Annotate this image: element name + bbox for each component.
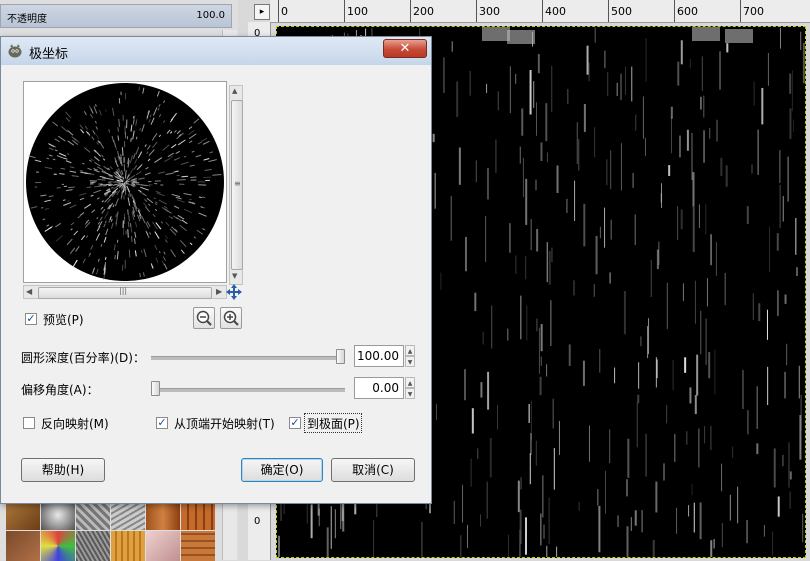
pattern-swatch[interactable] xyxy=(41,500,75,530)
scroll-right-icon[interactable]: ▶ xyxy=(216,287,222,296)
preview-label[interactable]: 预览(P) xyxy=(43,311,84,328)
offset-angle-slider[interactable] xyxy=(151,388,345,392)
scroll-down-icon[interactable]: ▼ xyxy=(232,272,237,280)
pattern-swatch[interactable] xyxy=(41,531,75,561)
opacity-value: 100.0 xyxy=(196,10,225,21)
ruler-label: 0 xyxy=(281,5,288,18)
circle-depth-slider[interactable] xyxy=(151,356,345,360)
ruler-label: 200 xyxy=(413,5,434,18)
scroll-grip-icon: ≡ xyxy=(234,179,241,188)
vertical-scroll-thumb[interactable]: ≡ xyxy=(231,100,243,270)
gimp-app-icon xyxy=(7,43,23,59)
navigate-move-icon[interactable] xyxy=(225,283,243,301)
map-from-top-checkbox[interactable]: ✓ xyxy=(156,417,168,429)
spin-down-icon[interactable]: ▼ xyxy=(405,356,415,367)
zoom-in-button[interactable] xyxy=(220,307,242,329)
to-polar-label[interactable]: 到极面(P) xyxy=(307,415,360,432)
polar-coordinates-dialog: 极坐标 ✕ ▲ ≡ ▼ ◀ ||| ▶ ✓ 预览(P) xyxy=(0,36,432,504)
pattern-swatch[interactable] xyxy=(181,531,215,561)
help-button[interactable]: 帮助(H) xyxy=(21,458,105,482)
dialog-titlebar[interactable]: 极坐标 ✕ xyxy=(1,37,431,65)
circle-depth-label: 圆形深度(百分率)(D)： xyxy=(21,349,145,366)
ruler-tick xyxy=(278,0,279,22)
circle-depth-input[interactable]: 100.00 xyxy=(354,345,404,367)
pattern-swatch[interactable] xyxy=(146,531,180,561)
map-from-top-label[interactable]: 从顶端开始映射(T) xyxy=(174,415,275,432)
offset-angle-input[interactable]: 0.00 xyxy=(354,377,404,399)
opacity-label: 不透明度 xyxy=(7,10,47,25)
ruler-corner-button[interactable]: ▸ xyxy=(254,4,270,20)
close-button[interactable]: ✕ xyxy=(383,39,427,58)
pattern-swatch[interactable] xyxy=(146,500,180,530)
preview-checkbox[interactable]: ✓ xyxy=(25,313,37,325)
to-polar-checkbox[interactable]: ✓ xyxy=(289,417,301,429)
pattern-swatch[interactable] xyxy=(6,500,40,530)
reverse-mapping-checkbox[interactable] xyxy=(23,417,35,429)
ruler-label: 500 xyxy=(611,5,632,18)
ruler-tick xyxy=(344,0,345,22)
pattern-swatch[interactable] xyxy=(111,500,145,530)
scroll-grip-icon: ||| xyxy=(119,286,127,295)
ruler-tick xyxy=(476,0,477,22)
preview-vertical-scrollbar[interactable]: ▲ ≡ ▼ xyxy=(229,85,243,285)
offset-angle-label: 偏移角度(A)： xyxy=(21,381,99,398)
pattern-swatch[interactable] xyxy=(6,531,40,561)
cancel-button[interactable]: 取消(C) xyxy=(331,458,415,482)
horizontal-ruler: 0 100 200 300 400 500 600 700 xyxy=(270,0,810,23)
offset-angle-spinner[interactable]: ▲ ▼ xyxy=(405,377,415,399)
preview-area[interactable] xyxy=(23,81,227,283)
ruler-label: 300 xyxy=(479,5,500,18)
zoom-out-icon xyxy=(194,308,214,328)
zoom-out-button[interactable] xyxy=(193,307,215,329)
spin-up-icon[interactable]: ▲ xyxy=(405,377,415,388)
circle-depth-spinner[interactable]: ▲ ▼ xyxy=(405,345,415,367)
ruler-tick xyxy=(674,0,675,22)
patterns-grid xyxy=(0,500,228,560)
ruler-tick xyxy=(608,0,609,22)
preview-image xyxy=(24,82,226,282)
zoom-in-icon xyxy=(221,308,241,328)
spin-down-icon[interactable]: ▼ xyxy=(405,388,415,399)
spin-up-icon[interactable]: ▲ xyxy=(405,345,415,356)
horizontal-scroll-thumb[interactable]: ||| xyxy=(38,287,212,299)
scroll-left-icon[interactable]: ◀ xyxy=(26,287,32,296)
ruler-label: 0 xyxy=(254,516,260,527)
pattern-swatch[interactable] xyxy=(181,500,215,530)
dialog-title: 极坐标 xyxy=(29,43,68,62)
preview-horizontal-scrollbar[interactable]: ◀ ||| ▶ xyxy=(23,285,227,299)
offset-angle-slider-thumb[interactable] xyxy=(151,381,160,396)
ruler-tick xyxy=(410,0,411,22)
ruler-label: 400 xyxy=(545,5,566,18)
ruler-label: 600 xyxy=(677,5,698,18)
pattern-swatch[interactable] xyxy=(76,500,110,530)
ok-button[interactable]: 确定(O) xyxy=(241,458,323,482)
pattern-swatch[interactable] xyxy=(111,531,145,561)
ruler-label: 700 xyxy=(743,5,764,18)
ruler-label: 100 xyxy=(347,5,368,18)
scroll-up-icon[interactable]: ▲ xyxy=(232,87,237,95)
pattern-swatch[interactable] xyxy=(76,531,110,561)
reverse-mapping-label[interactable]: 反向映射(M) xyxy=(41,415,109,432)
opacity-slider[interactable]: 不透明度 100.0 xyxy=(0,4,232,28)
ruler-tick xyxy=(542,0,543,22)
ruler-tick xyxy=(740,0,741,22)
circle-depth-slider-thumb[interactable] xyxy=(336,349,345,364)
